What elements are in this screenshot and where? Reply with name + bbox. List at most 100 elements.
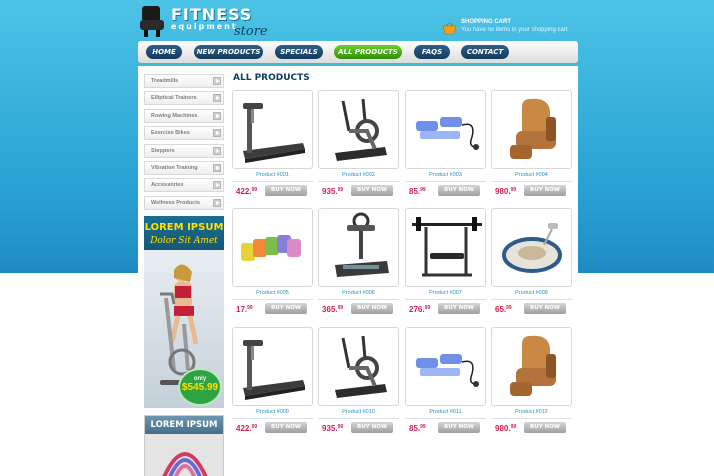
buy-now-button[interactable]: BUY NOW [265,422,307,433]
product-price-main: 365. [322,305,338,314]
equipment-rack-image [162,452,208,476]
fitness-chair-logo-icon [140,6,164,37]
product-price-cents: 99 [247,305,253,311]
product-image[interactable] [405,90,486,169]
product-name[interactable]: Product #010 [318,409,399,415]
sidebar-item-vibration-training[interactable]: Vibration Training [144,160,224,175]
nav-home[interactable]: HOME [146,45,182,59]
product-image[interactable] [405,327,486,406]
product-name[interactable]: Product #011 [405,409,486,415]
product-image[interactable] [318,327,399,406]
product-name[interactable]: Product #004 [491,172,572,178]
product-card: Product #005 17.99 BUY NOW [232,208,313,320]
sidebar-item-treadmills[interactable]: Treadmills [144,74,224,88]
sidebar-item-label: Vibration Training [151,164,198,171]
nav-contact[interactable]: CONTACT [461,45,509,59]
promo-banner[interactable]: LOREM IPSUM Dolor Sit Amet only $545.99 [144,216,224,408]
product-footer: 65.99 BUY NOW [491,299,572,316]
buy-now-button[interactable]: BUY NOW [351,422,393,433]
buy-now-button[interactable]: BUY NOW [265,185,307,196]
buy-now-button[interactable]: BUY NOW [438,303,480,314]
product-name[interactable]: Product #008 [491,290,572,296]
logo-store: store [234,24,268,39]
product-card: Product #002 935.99 BUY NOW [318,90,399,202]
product-image[interactable] [232,327,313,406]
nav-faqs[interactable]: FAQS [414,45,450,59]
buy-now-button[interactable]: BUY NOW [351,303,393,314]
product-price-cents: 99 [420,187,426,193]
product-name[interactable]: Product #009 [232,409,313,415]
sidebar-item-label: Accessories [151,182,184,189]
sidebar-item-accessories[interactable]: Accessories [144,178,224,193]
product-image[interactable] [491,90,572,169]
product-price: 276.99 [409,305,430,314]
product-name[interactable]: Product #006 [318,290,399,296]
product-image[interactable] [491,208,572,287]
nav-new-products[interactable]: NEW PRODUCTS [194,45,263,59]
arrow-right-icon [213,77,221,85]
product-price-cents: 99 [337,187,344,193]
product-image[interactable] [232,90,313,169]
product-name[interactable]: Product #002 [318,172,399,178]
product-price: 85.99 [409,424,426,433]
product-price-main: 276. [409,305,425,314]
sidebar-item-label: Rowing Machines [151,112,198,119]
product-card: Product #003 85.99 BUY NOW [405,90,486,202]
product-price: 85.99 [409,187,426,196]
product-name[interactable]: Product #003 [405,172,486,178]
product-card: Product #007 276.99 BUY NOW [405,208,486,320]
product-footer: 422.99 BUY NOW [232,418,313,435]
buy-now-button[interactable]: BUY NOW [265,303,307,314]
promo-price: $545.99 [181,382,219,393]
arrow-right-icon [213,198,221,207]
buy-now-button[interactable]: BUY NOW [438,422,480,433]
promo-title: LOREM IPSUM [144,222,224,233]
sidebar-item-elliptical-trainers[interactable]: Elliptical Trainers [144,91,224,106]
arrow-right-icon [213,94,221,103]
arrow-right-icon [213,163,221,172]
product-image[interactable] [318,90,399,169]
buy-now-button[interactable]: BUY NOW [438,185,480,196]
product-footer: 365.99 BUY NOW [318,299,399,316]
buy-now-button[interactable]: BUY NOW [524,185,566,196]
promo-banner-2[interactable]: LOREM IPSUM [144,415,224,476]
product-price-cents: 99 [251,187,258,193]
arrow-right-icon [213,146,221,155]
logo[interactable]: FITNESS equipment store [138,2,278,42]
product-image[interactable] [491,327,572,406]
nav-all-products[interactable]: ALL PRODUCTS [334,45,402,59]
sidebar-item-steppers[interactable]: Steppers [144,143,224,158]
product-price-cents: 99 [510,424,517,430]
product-image[interactable] [318,208,399,287]
sidebar-item-exercise-bikes[interactable]: Exercise Bikes [144,126,224,141]
sidebar-item-label: Wellness Products [151,199,201,206]
product-name[interactable]: Product #007 [405,290,486,296]
sidebar-item-label: Steppers [151,147,175,154]
product-footer: 935.99 BUY NOW [318,181,399,198]
product-image[interactable] [232,208,313,287]
sidebar-item-wellness-products[interactable]: Wellness Products [144,195,224,210]
product-name[interactable]: Product #005 [232,290,313,296]
sidebar-item-label: Elliptical Trainers [151,95,197,102]
product-card: Product #004 980.99 BUY NOW [491,90,572,202]
nav-specials[interactable]: SPECIALS [275,45,323,59]
buy-now-button[interactable]: BUY NOW [524,422,566,433]
logo-subtitle: equipment [171,22,238,31]
product-name[interactable]: Product #001 [232,172,313,178]
product-name[interactable]: Product #012 [491,409,572,415]
buy-now-button[interactable]: BUY NOW [351,185,393,196]
product-price: 422.99 [236,187,257,196]
cart-title: SHOPPING CART [461,19,512,25]
buy-now-button[interactable]: BUY NOW [524,303,566,314]
shopping-cart[interactable]: SHOPPING CART You have no items in your … [442,19,582,39]
product-price-cents: 99 [337,305,344,311]
product-footer: 980.99 BUY NOW [491,418,572,435]
sidebar-item-rowing-machines[interactable]: Rowing Machines [144,108,224,123]
sidebar-item-label: Exercise Bikes [151,130,190,137]
product-image[interactable] [405,208,486,287]
promo-subtitle: Dolor Sit Amet [150,236,218,246]
product-price-main: 85. [409,424,421,433]
product-card: Product #009 422.99 BUY NOW [232,327,313,439]
product-footer: 422.99 BUY NOW [232,181,313,198]
arrow-right-icon [213,111,221,120]
